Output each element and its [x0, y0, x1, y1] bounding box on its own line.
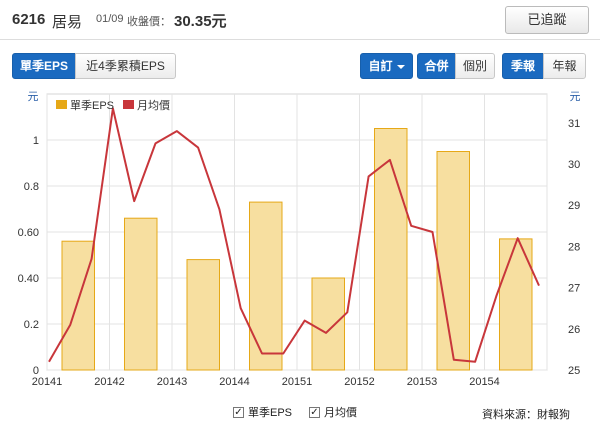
tab-quarterly-report[interactable]: 季報 — [502, 53, 544, 79]
x-tick-label: 20152 — [344, 376, 375, 388]
x-tick-label: 20154 — [469, 376, 500, 388]
custom-dropdown-button[interactable]: 自訂 — [360, 53, 413, 79]
right-tick-label: 29 — [568, 200, 580, 212]
closing-price: 30.35元 — [174, 13, 227, 30]
left-tick-label: 0.40 — [18, 273, 39, 285]
right-axis-unit: 元 — [570, 91, 581, 103]
price-label: 收盤價： — [127, 16, 171, 28]
right-tick-label: 31 — [568, 118, 580, 130]
caret-down-icon — [396, 64, 405, 69]
eps-price-chart: 00.20.400.600.812526272829303120141 20142… — [18, 91, 581, 388]
legend-eps-label: 單季EPS — [70, 99, 114, 112]
stock-name: 居易 — [52, 14, 83, 31]
eps-checkbox[interactable]: ✓ — [233, 406, 244, 418]
stock-code: 6216 — [12, 11, 46, 28]
tab-consolidated[interactable]: 合併 — [417, 53, 456, 79]
left-tick-label: 0.2 — [24, 319, 39, 331]
x-tick-label: 20141 — [32, 376, 63, 388]
toggle-price-label: 月均價 — [324, 407, 357, 419]
custom-label: 自訂 — [368, 59, 393, 73]
eps-bar — [249, 201, 283, 371]
x-tick-label: 20153 — [407, 376, 438, 388]
tab-individual[interactable]: 個別 — [455, 53, 495, 79]
toggle-price-series[interactable]: ✓ 月均價 — [309, 404, 357, 420]
tab-quarterly-eps[interactable]: 單季EPS — [12, 53, 76, 79]
eps-bar — [61, 240, 95, 371]
right-tick-label: 25 — [568, 365, 580, 377]
toggle-eps-label: 單季EPS — [248, 407, 293, 419]
left-tick-label: 0.8 — [24, 181, 39, 193]
stock-header: 6216 居易 01/09 收盤價： 30.35元 已追蹤 — [0, 0, 600, 40]
chart-legend: 單季EPS 月均價 — [56, 98, 170, 112]
right-tick-label: 26 — [568, 324, 580, 336]
data-source: 資料來源：財報狗 — [482, 409, 570, 421]
x-tick-label: 20151 — [282, 376, 313, 388]
x-tick-label: 20143 — [157, 376, 188, 388]
x-tick-label: 20144 — [219, 376, 250, 388]
left-axis-unit: 元 — [28, 91, 39, 103]
legend-eps-swatch — [56, 100, 67, 109]
price-date: 01/09 — [96, 13, 124, 25]
right-tick-label: 27 — [568, 283, 580, 295]
track-button[interactable]: 已追蹤 — [505, 6, 589, 34]
left-tick-label: 1 — [33, 135, 39, 147]
eps-bar — [186, 259, 220, 371]
x-tick-label: 20142 — [94, 376, 125, 388]
tab-cumulative-eps[interactable]: 近4季累積EPS — [75, 53, 176, 79]
legend-price-label: 月均價 — [137, 98, 170, 112]
left-tick-label: 0.60 — [18, 227, 39, 239]
right-tick-label: 30 — [568, 159, 580, 171]
eps-bar — [311, 277, 345, 371]
legend-price-swatch — [123, 100, 134, 109]
price-checkbox[interactable]: ✓ — [309, 406, 320, 418]
eps-bar — [124, 217, 158, 371]
tab-annual-report[interactable]: 年報 — [543, 53, 586, 79]
toggle-eps-series[interactable]: ✓ 單季EPS — [233, 404, 292, 420]
right-tick-label: 28 — [568, 241, 580, 253]
eps-bar — [436, 151, 470, 371]
